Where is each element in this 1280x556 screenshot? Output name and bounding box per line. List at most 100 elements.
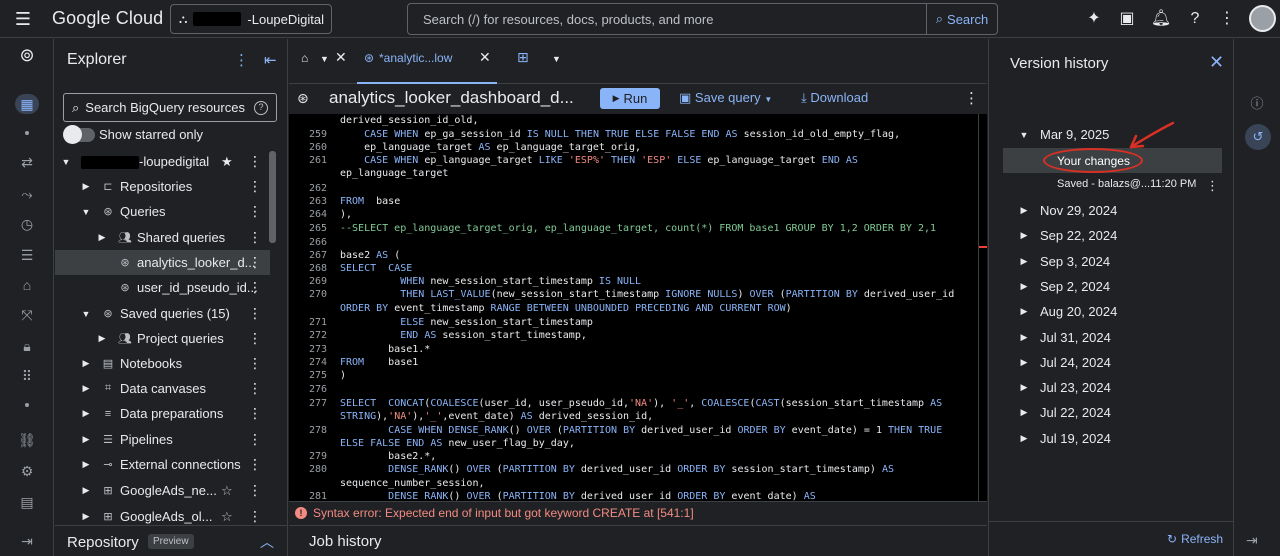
caret-right-icon[interactable]: ▶ <box>1017 407 1031 418</box>
caret-right-icon[interactable]: ▶ <box>1017 306 1031 317</box>
caret-right-icon[interactable]: ▶ <box>97 333 107 344</box>
more-vert-icon[interactable]: ⋮ <box>248 456 262 473</box>
editor-scrollbar[interactable] <box>978 114 979 501</box>
bigquery-search-input[interactable]: Search BigQuery resources <box>85 100 245 115</box>
apps-grid-icon[interactable]: ⠿ <box>15 366 39 386</box>
search-button[interactable]: ⌕ Search <box>926 4 997 34</box>
chevron-down-icon[interactable]: ▼ <box>552 54 561 64</box>
home-tab-icon[interactable]: ⌂ <box>301 51 308 65</box>
more-vert-icon[interactable]: ⋮ <box>248 153 262 170</box>
saved-version-item[interactable]: Saved - balazs@...11:20 PM <box>1057 178 1196 190</box>
version-date-item[interactable]: ▶ Jul 23, 2024 <box>1017 380 1111 395</box>
run-button[interactable]: ▶ Run <box>600 88 660 109</box>
save-query-button[interactable]: ▣ Save query ▼ <box>679 90 772 106</box>
data-transfer-icon[interactable]: ⇄ <box>15 152 39 172</box>
version-date-item[interactable]: ▶ Jul 31, 2024 <box>1017 330 1111 345</box>
new-tab-plus-icon[interactable]: ⊞ <box>517 49 529 66</box>
tree-item-notebooks[interactable]: ▶ ▤ Notebooks ⋮ <box>55 351 270 376</box>
more-vert-icon[interactable]: ⋮ <box>248 431 262 448</box>
caret-right-icon[interactable]: ▶ <box>1017 281 1031 292</box>
more-vert-icon[interactable]: ⋮ <box>248 229 262 246</box>
scheduled-queries-icon[interactable]: ◷ <box>15 214 39 234</box>
expand-rail-icon[interactable]: ⇥ <box>15 531 39 551</box>
tree-item-pipelines[interactable]: ▶ ☰ Pipelines ⋮ <box>55 427 270 452</box>
bigquery-resource-search[interactable]: ⌕ Search BigQuery resources ? <box>63 93 277 122</box>
more-vert-icon[interactable]: ⋮ <box>248 330 262 347</box>
caret-right-icon[interactable]: ▶ <box>81 408 91 419</box>
caret-right-icon[interactable]: ▶ <box>1017 205 1031 216</box>
chevron-down-icon[interactable]: ▼ <box>320 54 329 64</box>
caret-right-icon[interactable]: ▶ <box>81 181 91 192</box>
version-date-item[interactable]: ▶ Jul 22, 2024 <box>1017 405 1111 420</box>
pipeline-icon[interactable]: ⤳ <box>15 184 39 204</box>
tree-item-user-id-query[interactable]: ⊛ user_id_pseudo_id... ⋮ <box>55 275 270 300</box>
version-date-item[interactable]: ▶ Sep 3, 2024 <box>1017 254 1111 269</box>
more-vert-icon[interactable]: ⋮ <box>248 508 262 525</box>
close-icon[interactable]: ✕ <box>335 49 347 66</box>
tree-item-data-preparations[interactable]: ▶ ≡ Data preparations ⋮ <box>55 401 270 426</box>
caret-right-icon[interactable]: ▶ <box>1017 433 1031 444</box>
project-node[interactable]: ▼ -loupedigital ★ ⋮ <box>55 149 270 174</box>
history-icon[interactable]: ↺ <box>1245 124 1271 150</box>
starred-only-toggle[interactable]: Show starred only <box>63 124 203 144</box>
help-icon[interactable]: ? <box>1184 8 1206 30</box>
bigquery-logo-icon[interactable]: ⊚ <box>15 45 39 65</box>
info-icon[interactable]: ⓘ <box>1247 94 1267 114</box>
version-date-item[interactable]: ▶ Nov 29, 2024 <box>1017 203 1118 218</box>
tree-item-analytics-query[interactable]: ⊛ analytics_looker_d... ⋮ <box>55 250 270 275</box>
collapse-right-icon[interactable]: ⇥ <box>1246 532 1258 549</box>
caret-down-icon[interactable]: ▼ <box>1017 130 1031 140</box>
explorer-more-icon[interactable]: ⋮ <box>234 51 249 69</box>
notifications-bell-icon[interactable]: 🔔︎ <box>1150 8 1172 30</box>
migration-icon[interactable]: ⤧ <box>15 305 39 325</box>
caret-down-icon[interactable]: ▼ <box>61 157 71 167</box>
toggle-switch[interactable] <box>63 124 95 144</box>
more-vert-icon[interactable]: ⋮ <box>248 279 262 296</box>
more-vert-icon[interactable]: ⋮ <box>1216 8 1238 30</box>
collapse-panel-icon[interactable]: ⇤ <box>264 51 277 69</box>
caret-right-icon[interactable]: ▶ <box>1017 382 1031 393</box>
search-input[interactable]: Search (/) for resources, docs, products… <box>423 12 713 27</box>
caret-right-icon[interactable]: ▶ <box>81 485 91 496</box>
caret-right-icon[interactable]: ▶ <box>1017 332 1031 343</box>
main-menu-icon[interactable]: ☰ <box>12 8 34 30</box>
close-icon[interactable]: ✕ <box>479 49 491 66</box>
tree-item-saved-queries[interactable]: ▼ ⊛ Saved queries (15) ⋮ <box>55 301 270 326</box>
star-icon[interactable]: ★ <box>221 154 233 170</box>
star-outline-icon[interactable]: ☆ <box>221 509 233 525</box>
chevron-up-icon[interactable]: ︿ <box>260 532 274 552</box>
avatar[interactable] <box>1249 5 1276 32</box>
global-search[interactable]: Search (/) for resources, docs, products… <box>407 3 998 35</box>
caret-right-icon[interactable]: ▶ <box>81 383 91 394</box>
settings-gear-icon[interactable]: ⚙ <box>15 461 39 481</box>
caret-right-icon[interactable]: ▶ <box>81 434 91 445</box>
analytics-hub-icon[interactable]: ☰ <box>15 245 39 265</box>
more-vert-icon[interactable]: ⋮ <box>248 405 262 422</box>
close-icon[interactable]: ✕ <box>1209 52 1224 73</box>
tree-item-dataset-googleads-new[interactable]: ▶ ⊞ GoogleAds_ne... ☆ ⋮ <box>55 478 270 503</box>
caret-right-icon[interactable]: ▶ <box>81 459 91 470</box>
version-date-item[interactable]: ▶ Jul 24, 2024 <box>1017 355 1111 370</box>
tree-item-data-canvases[interactable]: ▶ ⌗ Data canvases ⋮ <box>55 376 270 401</box>
release-notes-icon[interactable]: ▤ <box>15 492 39 512</box>
more-vert-icon[interactable]: ⋮ <box>248 380 262 397</box>
gemini-sparkle-icon[interactable]: ✦ <box>1083 8 1105 30</box>
partner-center-icon[interactable]: ⌂ <box>15 275 39 295</box>
version-date-item[interactable]: ▶ Sep 2, 2024 <box>1017 279 1111 294</box>
refresh-button[interactable]: ↻ Refresh <box>1167 532 1223 546</box>
star-outline-icon[interactable]: ☆ <box>221 483 233 499</box>
more-vert-icon[interactable]: ⋮ <box>1206 178 1219 194</box>
more-vert-icon[interactable]: ⋮ <box>248 178 262 195</box>
more-vert-icon[interactable]: ⋮ <box>964 89 979 107</box>
explorer-scrollbar[interactable] <box>269 151 276 243</box>
your-changes-item[interactable]: Your changes <box>1003 148 1222 173</box>
cloud-shell-icon[interactable]: ▣ <box>1116 8 1138 30</box>
tree-item-repositories[interactable]: ▶ ⊏ Repositories ⋮ <box>55 174 270 199</box>
caret-right-icon[interactable]: ▶ <box>1017 230 1031 241</box>
more-vert-icon[interactable]: ⋮ <box>248 254 262 271</box>
help-icon[interactable]: ? <box>254 100 268 115</box>
caret-right-icon[interactable]: ▶ <box>1017 256 1031 267</box>
caret-right-icon[interactable]: ▶ <box>1017 357 1031 368</box>
tree-item-project-queries[interactable]: ▶ 👥︎ Project queries ⋮ <box>55 326 270 351</box>
tree-item-external-connections[interactable]: ▶ ⊸ External connections ⋮ <box>55 452 270 477</box>
